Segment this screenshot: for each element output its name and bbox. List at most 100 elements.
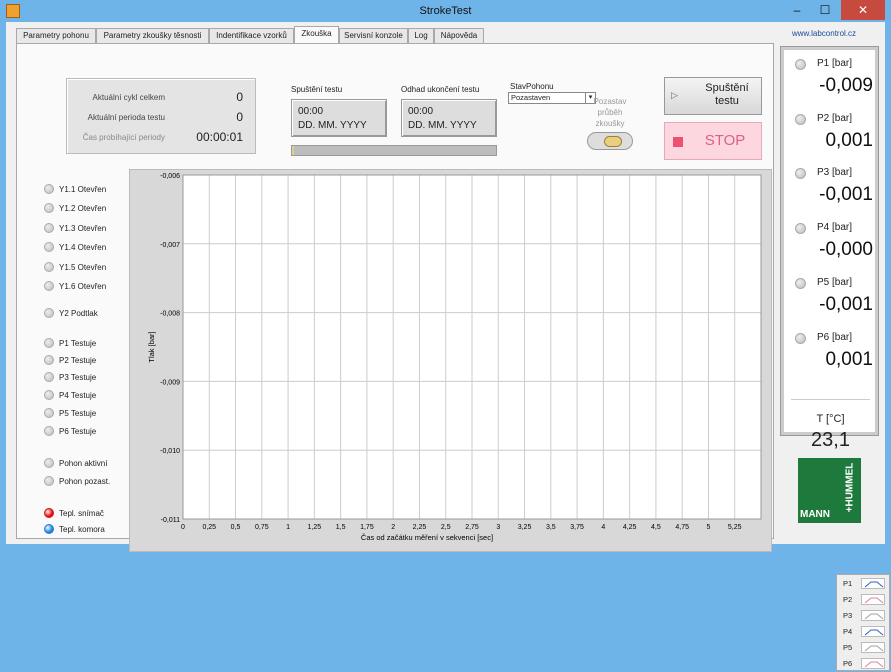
- minimize-button[interactable]: –: [783, 0, 811, 20]
- x-tick-label: 1: [286, 524, 290, 531]
- indicator-label: P2 Testuje: [59, 356, 97, 365]
- x-axis-label: Čas od začátku měření v sekvenci [sec]: [361, 533, 493, 542]
- indicator-led-4: [44, 242, 54, 252]
- indicator-led-11: [44, 390, 54, 400]
- time-label: Čas probíhající periody: [82, 133, 165, 142]
- pressure-panel: P1 [bar] -0,009 P2 [bar] 0,001 P3 [bar] -0,00…: [780, 46, 879, 451]
- legend-swatch: [861, 642, 885, 653]
- legend-swatch: [861, 610, 885, 621]
- pressure-label: P5 [bar]: [817, 276, 853, 288]
- tab-servisni-konzole[interactable]: Servisní konzole: [339, 28, 408, 44]
- period-label: Aktuální perioda testu: [87, 113, 165, 122]
- x-tick-label: 0,5: [231, 524, 241, 531]
- start-test-button[interactable]: ▷ Spuštění testu: [664, 77, 762, 115]
- x-tick-label: 2,75: [465, 524, 479, 531]
- app-window: StrokeTest – ☐ ✕ Parametry pohonu Parame…: [0, 0, 891, 671]
- start-time-display: 00:00 DD. MM. YYYY: [291, 99, 387, 137]
- legend-item[interactable]: P2: [837, 593, 891, 607]
- x-tick-label: 4,5: [651, 524, 661, 531]
- indicator-label: Tepl. snímač: [59, 509, 104, 518]
- x-tick-label: 2,25: [413, 524, 427, 531]
- pressure-value: -0,000: [819, 239, 873, 261]
- x-tick-label: 1,75: [360, 524, 374, 531]
- end-time-value: 00:00: [408, 106, 434, 117]
- pressure-label: P6 [bar]: [817, 331, 853, 343]
- indicator-led-2: [44, 203, 54, 213]
- y-axis-label: Tlak [bar]: [147, 331, 156, 362]
- tab-identifikace[interactable]: Indentifikace vzorků: [209, 28, 294, 44]
- pause-toggle[interactable]: [587, 132, 633, 150]
- legend-label: P6: [843, 659, 853, 668]
- pause-label: Pozastav průběh zkoušky: [593, 97, 627, 128]
- x-tick-label: 3: [496, 524, 500, 531]
- pressure-led: [795, 332, 806, 344]
- period-value: 0: [236, 110, 243, 124]
- legend-swatch: [861, 626, 885, 637]
- temperature-label: T [°C]: [816, 413, 845, 425]
- y-tick-label: -0,009: [160, 379, 180, 386]
- stav-pohonu-select[interactable]: Pozastaven ▾: [508, 92, 596, 104]
- tab-parametry-zkousky[interactable]: Parametry zkoušky těsnosti: [96, 28, 209, 44]
- play-icon: ▷: [671, 90, 678, 100]
- x-tick-label: 5: [707, 524, 711, 531]
- indicator-led-1: [44, 184, 54, 194]
- x-tick-label: 2,5: [441, 524, 451, 531]
- chart-svg: 0 0,25 0,5 0,75 1 1,25 1,5 1,75 2 2,25 2,5 2,75 3 3,2…: [147, 173, 762, 542]
- logo-text-hummel: +HUMMEL: [844, 462, 856, 513]
- mann-hummel-logo: MANN +HUMMEL: [798, 458, 861, 523]
- indicator-led-5: [44, 262, 54, 272]
- stop-icon: [673, 137, 683, 147]
- indicator-led-13: [44, 426, 54, 436]
- stop-button[interactable]: STOP: [664, 122, 762, 160]
- pressure-chart: 0 0,25 0,5 0,75 1 1,25 1,5 1,75 2 2,25 2,5 2,75 3 3,2…: [129, 169, 890, 671]
- indicator-led-12: [44, 408, 54, 418]
- end-time-block: Odhad ukončení testu 00:00 DD. MM. YYYY: [401, 85, 497, 137]
- legend-item[interactable]: P6: [837, 657, 891, 671]
- title-bar: StrokeTest – ☐ ✕: [0, 0, 891, 22]
- tab-log[interactable]: Log: [408, 28, 434, 44]
- legend-label: P2: [843, 595, 853, 604]
- legend-item[interactable]: P4: [837, 625, 891, 639]
- y-tick-label: -0,010: [160, 448, 180, 455]
- legend-swatch: [861, 658, 885, 669]
- end-time-display: 00:00 DD. MM. YYYY: [401, 99, 497, 137]
- legend-item[interactable]: P5: [837, 641, 891, 655]
- indicator-led-10: [44, 372, 54, 382]
- indicator-label: Y1.6 Otevřen: [59, 282, 107, 291]
- tab-parametry-pohonu[interactable]: Parametry pohonu: [16, 28, 96, 44]
- pressure-value: 0,001: [825, 348, 873, 370]
- divider: [791, 399, 870, 400]
- counters-panel: Aktuální cykl celkem 0 Aktuální perioda …: [66, 78, 256, 154]
- time-value: 00:00:01: [196, 130, 243, 144]
- x-tick-label: 5,25: [728, 524, 742, 531]
- indicator-led-6: [44, 281, 54, 291]
- window-title: StrokeTest: [419, 5, 472, 17]
- pressure-label: P4 [bar]: [817, 222, 853, 234]
- y-tick-label: -0,008: [160, 311, 180, 318]
- x-tick-label: 4,75: [675, 524, 689, 531]
- x-tick-label: 3,25: [518, 524, 532, 531]
- indicator-led-8: [44, 338, 54, 348]
- x-tick-label: 3,5: [546, 524, 556, 531]
- close-button[interactable]: ✕: [841, 0, 885, 20]
- stav-pohonu-label: StavPohonu: [510, 82, 554, 91]
- indicator-label: Pohon aktivní: [59, 459, 108, 468]
- pressure-label: P1 [bar]: [817, 58, 853, 69]
- legend-item[interactable]: P3: [837, 609, 891, 623]
- legend-item[interactable]: P1: [837, 577, 891, 591]
- cycle-label: Aktuální cykl celkem: [92, 93, 165, 102]
- y-tick-label: -0,006: [160, 173, 180, 180]
- indicator-label: Y1.1 Otevřen: [59, 185, 107, 194]
- tab-napoveda[interactable]: Nápověda: [434, 28, 484, 44]
- toggle-knob[interactable]: [604, 136, 622, 147]
- start-time-label: Spuštění testu: [291, 85, 343, 94]
- pressure-led: [795, 277, 806, 289]
- chart-legend: P1 P2 P3 P4 P5 P6: [836, 574, 890, 671]
- x-tick-label: 4: [601, 524, 605, 531]
- indicator-led-9: [44, 355, 54, 365]
- maximize-button[interactable]: ☐: [811, 0, 839, 20]
- indicator-label: P5 Testuje: [59, 409, 97, 418]
- website-link[interactable]: www.labcontrol.cz: [792, 29, 856, 38]
- y-tick-label: -0,007: [160, 242, 180, 249]
- start-date-value: DD. MM. YYYY: [298, 120, 367, 131]
